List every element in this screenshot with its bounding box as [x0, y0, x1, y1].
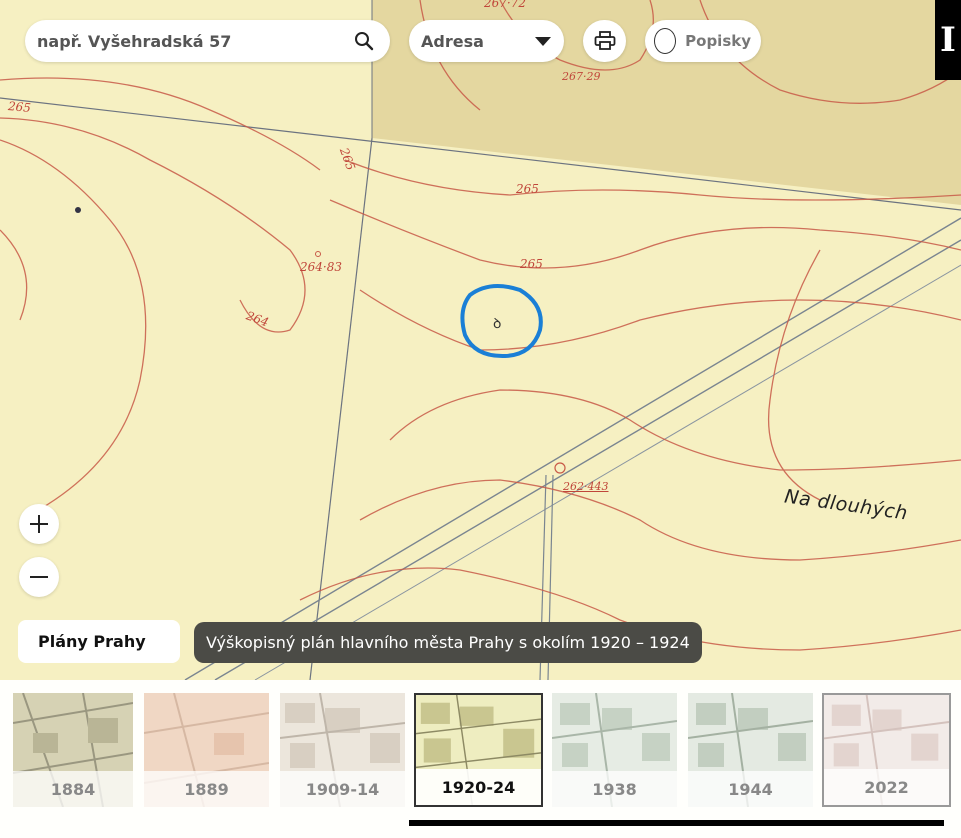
plans-label[interactable]: Plány Prahy — [18, 620, 180, 663]
plus-icon — [30, 515, 48, 533]
search-input[interactable] — [37, 20, 350, 62]
labels-toggle[interactable]: Popisky — [645, 20, 761, 62]
timeline-item-1909-14[interactable]: 1909-14 — [280, 693, 405, 807]
timeline-item-1938[interactable]: 1938 — [552, 693, 677, 807]
print-button[interactable] — [583, 20, 626, 62]
timeline-item-1920-24[interactable]: 1920-24 — [414, 693, 543, 807]
info-button[interactable]: I — [935, 0, 961, 80]
zoom-out-button[interactable] — [19, 557, 59, 597]
timeline-year: 2022 — [864, 778, 909, 797]
search-icon — [355, 32, 374, 51]
timeline-item-1889[interactable]: 1889 — [144, 693, 269, 807]
map-symbol-icon: ꝺ — [493, 316, 501, 332]
timeline-year: 1884 — [50, 780, 96, 799]
timeline-year: 1944 — [728, 780, 773, 799]
search-box — [25, 20, 390, 62]
timeline-item-2022[interactable]: 2022 — [822, 693, 951, 807]
timeline-year: 1909-14 — [305, 780, 380, 799]
location-marker[interactable] — [460, 284, 543, 359]
toggle-circle-icon — [654, 28, 677, 54]
search-type-select[interactable]: Adresa — [409, 20, 564, 62]
labels-toggle-label: Popisky — [685, 32, 751, 50]
search-type-value: Adresa — [421, 31, 484, 51]
timeline-item-1884[interactable]: 1884 — [13, 693, 133, 807]
timeline-year: 1920-24 — [441, 778, 516, 797]
search-button[interactable] — [350, 27, 378, 55]
zoom-in-button[interactable] — [19, 504, 59, 544]
timeline-year: 1938 — [592, 780, 637, 799]
current-plan-title: Výškopisný plán hlavního města Prahy s o… — [194, 622, 702, 663]
timeline-year: 1889 — [184, 780, 229, 799]
timeline-item-1944[interactable]: 1944 — [688, 693, 813, 807]
minus-icon — [30, 576, 48, 578]
location-marker-layer: ꝺ — [460, 284, 543, 359]
timeline-scrollbar[interactable] — [409, 820, 944, 826]
map-canvas[interactable]: 267·72 267·29 265 265 265 265 264·83 264… — [0, 0, 961, 680]
printer-icon — [594, 31, 615, 50]
chevron-down-icon — [535, 37, 551, 46]
